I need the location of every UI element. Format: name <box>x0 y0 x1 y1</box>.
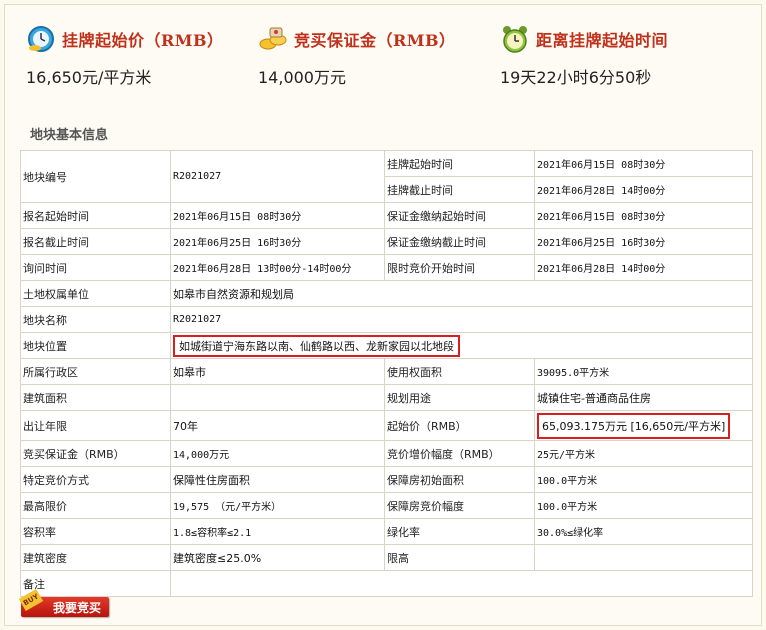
timed-label: 限时竞价开始时间 <box>384 254 535 281</box>
start-price-label: 起始价（RMB） <box>384 410 535 441</box>
bid-button[interactable]: BUY 我要竞买 <box>18 588 109 617</box>
location-label: 地块位置 <box>20 332 171 359</box>
dep-start-value: 2021年06月15日 08时30分 <box>534 202 753 229</box>
deposit-label: 竞买保证金（RMB） <box>20 440 171 467</box>
name-label: 地块名称 <box>20 306 171 333</box>
dep-end-label: 保证金缴纳截止时间 <box>384 228 535 255</box>
table-row: 特定竞价方式 保障性住房面积 保障房初始面积 100.0平方米 <box>20 466 753 493</box>
start-price-card-label: 挂牌起始价（RMB） <box>62 31 224 50</box>
dep-start-label: 保证金缴纳起始时间 <box>384 202 535 229</box>
table-row: 建筑密度 建筑密度≤25.0% 限高 <box>20 544 753 571</box>
table-row: 报名起始时间 2021年06月15日 08时30分 保证金缴纳起始时间 2021… <box>20 202 753 229</box>
remark-value <box>170 570 753 597</box>
sh-init-label: 保障房初始面积 <box>384 466 535 493</box>
plan-use-value: 城镇住宅-普通商品住房 <box>534 384 753 411</box>
table-row: 出让年限 70年 起始价（RMB） 65,093.175万元 [16,650元/… <box>20 410 753 441</box>
countdown-card-label: 距离挂牌起始时间 <box>536 31 669 50</box>
reg-start-label: 报名起始时间 <box>20 202 171 229</box>
reg-start-value: 2021年06月15日 08时30分 <box>170 202 385 229</box>
countdown-card: 距离挂牌起始时间 <box>500 22 668 56</box>
owner-label: 土地权属单位 <box>20 280 171 307</box>
term-value: 70年 <box>170 410 385 441</box>
use-area-value: 39095.0平方米 <box>534 358 753 385</box>
max-price-value: 19,575 （元/平方米） <box>170 492 385 519</box>
increment-value: 25元/平方米 <box>534 440 753 467</box>
increment-label: 竞价增价幅度（RMB） <box>384 440 535 467</box>
table-row: 地块名称 R2021027 <box>20 306 753 333</box>
remark-label: 备注 <box>20 570 171 597</box>
table-row: 最高限价 19,575 （元/平方米） 保障房竞价幅度 100.0平方米 <box>20 492 753 519</box>
owner-value: 如皋市自然资源和规划局 <box>170 280 753 307</box>
location-value: 如城街道宁海东路以南、仙鹤路以西、龙新家园以北地段 <box>173 334 460 357</box>
far-label: 容积率 <box>20 518 171 545</box>
coins-icon <box>258 24 288 54</box>
table-row: 备注 <box>20 570 753 597</box>
deposit-value: 14,000万元 <box>170 440 385 467</box>
table-row: 容积率 1.8≤容积率≤2.1 绿化率 30.0%≤绿化率 <box>20 518 753 545</box>
table-row: 所属行政区 如皋市 使用权面积 39095.0平方米 <box>20 358 753 385</box>
list-end-label: 挂牌截止时间 <box>384 176 535 203</box>
dep-end-value: 2021年06月25日 16时30分 <box>534 228 753 255</box>
build-area-label: 建筑面积 <box>20 384 171 411</box>
deposit-card-value: 14,000万元 <box>258 68 346 87</box>
list-start-value: 2021年06月15日 08时30分 <box>534 150 753 177</box>
green-label: 绿化率 <box>384 518 535 545</box>
far-value: 1.8≤容积率≤2.1 <box>170 518 385 545</box>
method-label: 特定竞价方式 <box>20 466 171 493</box>
parcel-no-value: R2021027 <box>170 150 385 203</box>
height-label: 限高 <box>384 544 535 571</box>
table-row: 竞买保证金（RMB） 14,000万元 竞价增价幅度（RMB） 25元/平方米 <box>20 440 753 467</box>
district-value: 如皋市 <box>170 358 385 385</box>
bid-button-label: 我要竞买 <box>52 600 101 615</box>
deposit-card-label: 竞买保证金（RMB） <box>294 31 456 50</box>
green-value: 30.0%≤绿化率 <box>534 518 753 545</box>
max-price-label: 最高限价 <box>20 492 171 519</box>
start-price-value: 65,093.175万元 [16,650元/平方米] <box>537 412 731 439</box>
district-label: 所属行政区 <box>20 358 171 385</box>
table-row: 地块位置 如城街道宁海东路以南、仙鹤路以西、龙新家园以北地段 <box>20 332 753 359</box>
reg-end-label: 报名截止时间 <box>20 228 171 255</box>
list-end-value: 2021年06月28日 14时00分 <box>534 176 753 203</box>
location-cell: 如城街道宁海东路以南、仙鹤路以西、龙新家园以北地段 <box>170 332 753 359</box>
density-label: 建筑密度 <box>20 544 171 571</box>
table-row: 建筑面积 规划用途 城镇住宅-普通商品住房 <box>20 384 753 411</box>
sh-step-value: 100.0平方米 <box>534 492 753 519</box>
use-area-label: 使用权面积 <box>384 358 535 385</box>
countdown-card-value: 19天22小时6分50秒 <box>500 68 652 87</box>
table-row: 地块编号 R2021027 挂牌起始时间 2021年06月15日 08时30分 <box>20 150 753 203</box>
timed-value: 2021年06月28日 14时00分 <box>534 254 753 281</box>
alarm-clock-icon <box>500 24 530 54</box>
parcel-no-label: 地块编号 <box>20 150 171 203</box>
method-value: 保障性住房面积 <box>170 466 385 493</box>
table-row: 土地权属单位 如皋市自然资源和规划局 <box>20 280 753 307</box>
start-price-card-value: 16,650元/平方米 <box>26 68 152 87</box>
term-label: 出让年限 <box>20 410 171 441</box>
height-value <box>534 544 753 571</box>
deposit-card: 竞买保证金（RMB） <box>258 22 456 56</box>
name-value: R2021027 <box>170 306 753 333</box>
sh-init-value: 100.0平方米 <box>534 466 753 493</box>
table-row: 报名截止时间 2021年06月25日 16时30分 保证金缴纳截止时间 2021… <box>20 228 753 255</box>
inquiry-label: 询问时间 <box>20 254 171 281</box>
start-price-cell: 65,093.175万元 [16,650元/平方米] <box>534 410 753 441</box>
inquiry-value: 2021年06月28日 13时00分-14时00分 <box>170 254 385 281</box>
sh-step-label: 保障房竞价幅度 <box>384 492 535 519</box>
build-area-value <box>170 384 385 411</box>
parcel-info-table: 地块编号 R2021027 挂牌起始时间 2021年06月15日 08时30分 … <box>20 150 753 597</box>
reg-end-value: 2021年06月25日 16时30分 <box>170 228 385 255</box>
clock-icon <box>26 24 56 54</box>
section-title: 地块基本信息 <box>30 128 109 143</box>
start-price-card: 挂牌起始价（RMB） <box>26 22 224 56</box>
list-start-label: 挂牌起始时间 <box>384 150 535 177</box>
table-row: 询问时间 2021年06月28日 13时00分-14时00分 限时竞价开始时间 … <box>20 254 753 281</box>
density-value: 建筑密度≤25.0% <box>170 544 385 571</box>
plan-use-label: 规划用途 <box>384 384 535 411</box>
